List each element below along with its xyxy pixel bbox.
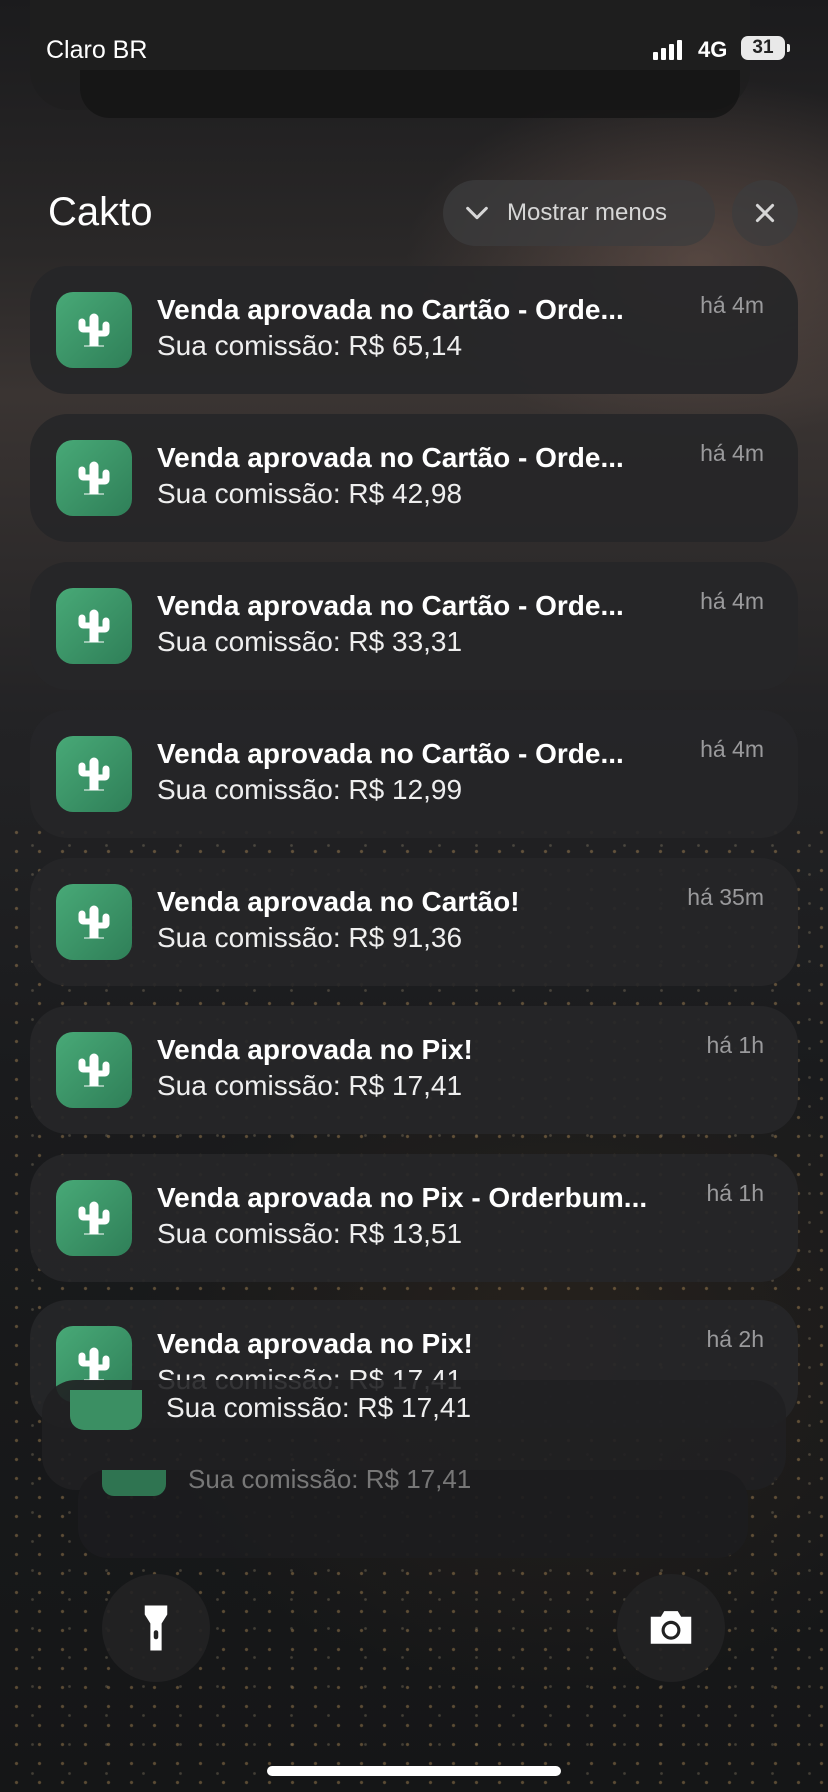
notification-body: Sua comissão: R$ 17,41	[157, 1070, 463, 1101]
close-icon	[755, 203, 775, 223]
notification-time: há 4m	[700, 588, 764, 614]
signal-icon	[653, 40, 682, 60]
notification-time: há 4m	[700, 736, 764, 762]
notification-card[interactable]: Venda aprovada no Cartão - Orde... Sua co…	[30, 266, 798, 394]
notification-card[interactable]: Venda aprovada no Cartão - Orde... Sua co…	[30, 710, 798, 838]
notification-time: há 35m	[687, 884, 764, 910]
cactus-icon	[70, 1390, 142, 1430]
camera-icon	[650, 1611, 692, 1644]
chevron-down-icon	[466, 206, 488, 220]
clear-group-button[interactable]	[732, 180, 798, 246]
notification-title: Venda aprovada no Pix!	[157, 1328, 473, 1359]
notification-time: há 2h	[706, 1326, 764, 1352]
battery-icon: 31	[741, 36, 790, 60]
notification-body: Sua comissão: R$ 12,99	[157, 774, 463, 805]
stacked-notification-body: Sua comissão: R$ 17,41	[166, 1392, 472, 1423]
carrier-label: Claro BR	[46, 36, 148, 64]
notification-title: Venda aprovada no Cartão - Orde...	[157, 294, 624, 325]
previous-notification-stack	[80, 70, 740, 118]
cactus-icon	[56, 736, 132, 812]
show-less-button[interactable]: Mostrar menos	[443, 180, 715, 246]
cactus-icon	[56, 1180, 132, 1256]
network-label: 4G	[698, 37, 728, 62]
stacked-notification-body: Sua comissão: R$ 17,41	[188, 1464, 472, 1494]
notification-body: Sua comissão: R$ 13,51	[157, 1218, 463, 1249]
notification-card[interactable]: Venda aprovada no Cartão! Sua comissão: R…	[30, 858, 798, 986]
camera-button[interactable]	[617, 1574, 725, 1682]
notification-title: Venda aprovada no Cartão!	[157, 886, 520, 917]
cactus-icon	[56, 884, 132, 960]
notification-card[interactable]: Venda aprovada no Pix! Sua comissão: R$ 1…	[30, 1006, 798, 1134]
notification-title: Venda aprovada no Cartão - Orde...	[157, 442, 624, 473]
notification-time: há 4m	[700, 440, 764, 466]
stacked-notification[interactable]: Sua comissão: R$ 17,41	[78, 1464, 748, 1558]
cactus-icon	[102, 1470, 166, 1496]
notification-card[interactable]: Venda aprovada no Cartão - Orde... Sua co…	[30, 414, 798, 542]
notification-body: Sua comissão: R$ 42,98	[157, 478, 463, 509]
group-app-name: Cakto	[48, 190, 153, 234]
notification-title: Venda aprovada no Pix - Orderbum...	[157, 1182, 648, 1213]
notification-body: Sua comissão: R$ 33,31	[157, 626, 463, 657]
notification-time: há 1h	[706, 1180, 764, 1206]
cactus-icon	[56, 440, 132, 516]
notification-title: Venda aprovada no Pix!	[157, 1034, 473, 1065]
notification-time: há 1h	[706, 1032, 764, 1058]
status-bar: Claro BR 4G 31	[0, 32, 828, 68]
notification-body: Sua comissão: R$ 91,36	[157, 922, 463, 953]
cactus-icon	[56, 292, 132, 368]
show-less-label: Mostrar menos	[507, 199, 668, 226]
notification-title: Venda aprovada no Cartão - Orde...	[157, 590, 624, 621]
cactus-icon	[56, 588, 132, 664]
cactus-icon	[56, 1032, 132, 1108]
notification-card[interactable]: Venda aprovada no Cartão - Orde... Sua co…	[30, 562, 798, 690]
flashlight-button[interactable]	[102, 1574, 210, 1682]
notification-time: há 4m	[700, 292, 764, 318]
home-indicator[interactable]	[267, 1766, 561, 1776]
notification-body: Sua comissão: R$ 65,14	[157, 330, 463, 361]
notification-title: Venda aprovada no Cartão - Orde...	[157, 738, 624, 769]
notification-card[interactable]: Venda aprovada no Pix - Orderbum... Sua c…	[30, 1154, 798, 1282]
flashlight-icon	[144, 1605, 168, 1651]
